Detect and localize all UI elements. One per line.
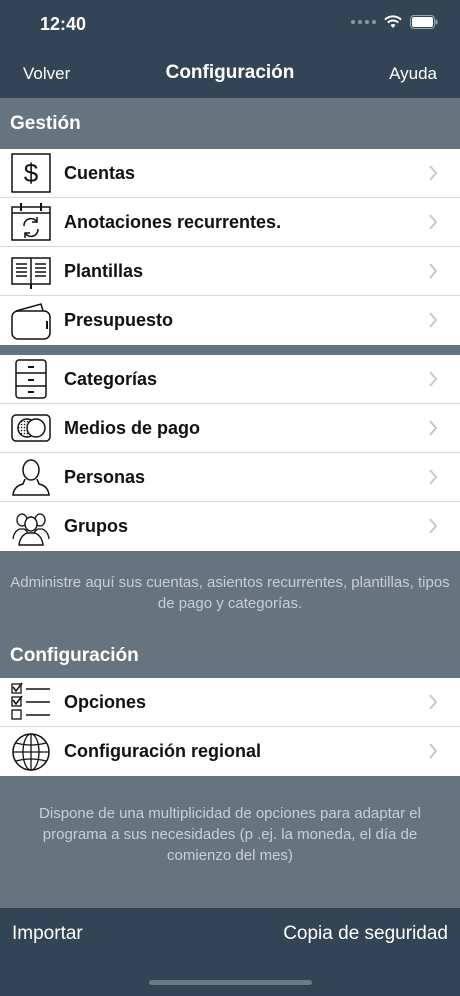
wifi-icon [384,15,402,28]
import-button[interactable]: Importar [12,923,83,945]
row-label: Configuración regional [64,741,262,761]
status-icons [351,15,438,29]
section-header-gestion: Gestión [0,99,460,149]
row-opciones[interactable]: Opciones [0,678,460,727]
chevron-right-icon [429,694,438,710]
chevron-right-icon [429,469,438,485]
chevron-right-icon [429,518,438,534]
payment-card-icon [11,408,51,448]
dollar-icon: $ [11,153,51,193]
wallet-icon [11,301,51,341]
row-label: Medios de pago [64,417,201,438]
row-label: Presupuesto [64,310,174,330]
book-icon [11,251,51,291]
chevron-right-icon [429,743,438,759]
gestion-group-2: Categorías Medios de pago Personas Grupo… [0,355,460,551]
signal-icon [351,20,376,24]
row-categorias[interactable]: Categorías [0,355,460,404]
home-indicator[interactable] [149,980,312,985]
row-presupuesto[interactable]: Presupuesto [0,296,460,345]
svg-text:$: $ [24,158,39,188]
row-label: Plantillas [64,260,144,281]
navigation-bar: 12:40 Volver Configuración Ayuda [0,0,460,98]
row-personas[interactable]: Personas [0,453,460,502]
chevron-right-icon [429,312,438,328]
chevron-right-icon [429,371,438,387]
bottom-toolbar: Importar Copia de seguridad [0,908,460,996]
row-configuracion-regional[interactable]: Configuración regional [0,727,460,776]
row-label: Personas [64,466,146,487]
section-header-configuracion: Configuración [0,631,460,681]
row-label: Anotaciones recurrentes. [64,211,282,232]
row-label: Categorías [64,368,158,389]
row-plantillas[interactable]: Plantillas [0,247,460,296]
globe-icon [11,732,51,772]
status-time: 12:40 [40,14,87,34]
help-button[interactable]: Ayuda [389,64,437,84]
gestion-group-1: $ Cuentas Anotaciones recurrentes. Plant… [0,149,460,345]
row-medios-de-pago[interactable]: Medios de pago [0,404,460,453]
chevron-right-icon [429,165,438,181]
row-anotaciones-recurrentes[interactable]: Anotaciones recurrentes. [0,198,460,247]
configuracion-group: Opciones Configuración regional [0,678,460,776]
chevron-right-icon [429,214,438,230]
row-cuentas[interactable]: $ Cuentas [0,149,460,198]
backup-button[interactable]: Copia de seguridad [283,923,448,945]
calendar-recurring-icon [11,202,51,242]
row-label: Cuentas [64,162,136,183]
chevron-right-icon [429,263,438,279]
row-label: Opciones [64,691,147,712]
cabinet-icon [11,359,51,399]
row-grupos[interactable]: Grupos [0,502,460,551]
section-note-configuracion: Dispone de una multiplicidad de opciones… [39,805,421,864]
group-icon [11,507,51,547]
battery-icon [410,15,438,29]
checklist-icon [11,682,51,722]
row-label: Grupos [64,516,129,536]
person-icon [11,457,51,497]
section-note-gestion: Administre aquí sus cuentas, asientos re… [10,574,450,612]
chevron-right-icon [429,420,438,436]
